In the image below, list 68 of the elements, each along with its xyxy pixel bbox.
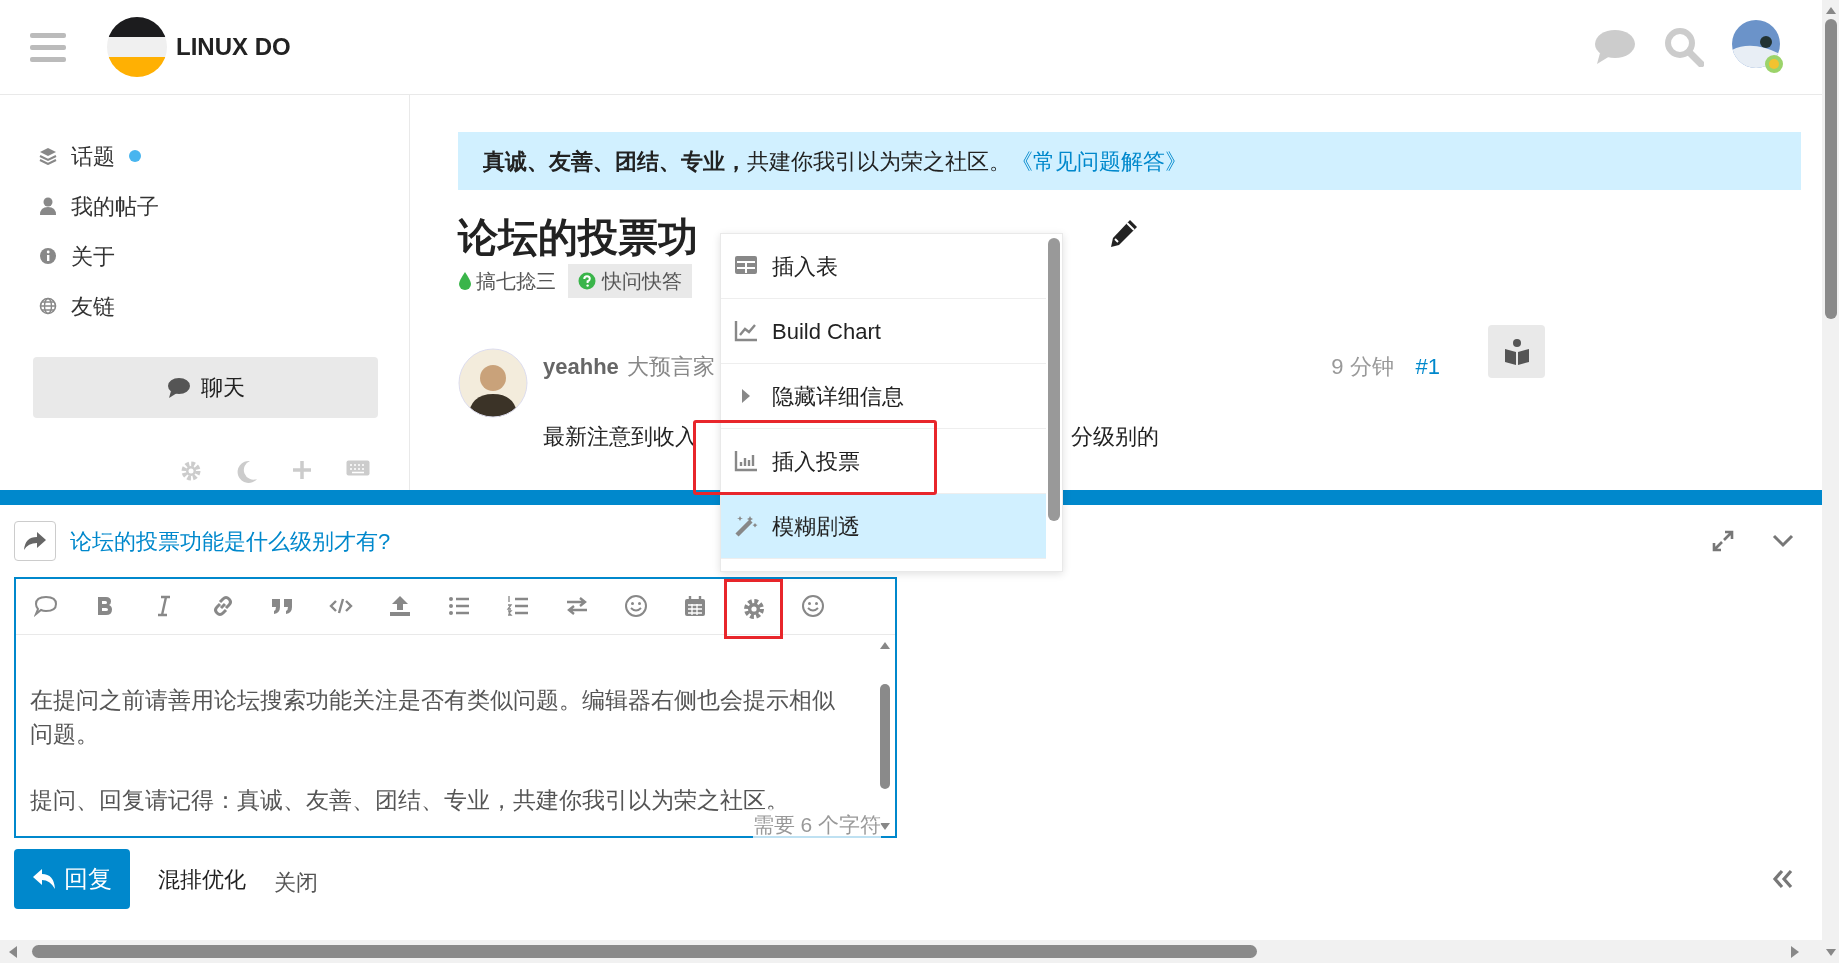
topics-icon bbox=[39, 147, 57, 165]
magic-wand-icon bbox=[734, 514, 758, 538]
menu-item[interactable]: Build Chart bbox=[721, 299, 1046, 364]
editor-paragraph: 在提问之前请善用论坛搜索功能关注是否有类似问题。编辑器右侧也会提示相似问题。 bbox=[30, 686, 836, 749]
edit-pencil-icon[interactable] bbox=[1108, 217, 1140, 249]
smiley-icon bbox=[623, 594, 648, 618]
numbered-list-icon bbox=[505, 594, 530, 618]
book-icon bbox=[1503, 337, 1530, 366]
menu-item[interactable]: 隐藏详细信息 bbox=[721, 364, 1046, 429]
chat-button[interactable]: 聊天 bbox=[33, 357, 378, 418]
chat-icon bbox=[166, 376, 191, 399]
expand-icon[interactable] bbox=[1712, 530, 1734, 552]
editor-scroll-thumb[interactable] bbox=[880, 683, 890, 789]
sidebar-item[interactable]: 我的帖子 bbox=[33, 181, 376, 231]
sidebar-item[interactable]: 关于 bbox=[33, 231, 376, 281]
chevron-down-icon[interactable] bbox=[1772, 534, 1794, 548]
calendar-icon bbox=[682, 594, 707, 618]
swap-arrows-icon bbox=[564, 594, 589, 618]
scroll-down-icon[interactable] bbox=[1824, 948, 1837, 957]
category-link[interactable]: 搞七捻三 bbox=[458, 266, 556, 296]
user-icon bbox=[39, 197, 57, 215]
user-title: 大预言家 bbox=[626, 352, 715, 381]
tag-link[interactable]: 快问快答 bbox=[568, 264, 692, 298]
read-aloud-button[interactable] bbox=[1488, 325, 1545, 378]
menu-scroll-thumb[interactable] bbox=[1048, 238, 1060, 521]
reply-action-button[interactable] bbox=[14, 521, 56, 561]
banner-text: 真诚、友善、团结、专业，共建你我引以为荣之社区。 bbox=[483, 147, 1011, 176]
close-link[interactable]: 关闭 bbox=[274, 865, 318, 899]
horizontal-scrollbar[interactable] bbox=[0, 940, 1822, 963]
format-button[interactable]: 混排优化 bbox=[158, 862, 246, 896]
vertical-scrollbar[interactable] bbox=[1822, 0, 1839, 963]
scroll-left-icon[interactable] bbox=[8, 944, 18, 959]
scroll-thumb[interactable] bbox=[32, 945, 1257, 958]
menu-item[interactable]: 插入表 bbox=[721, 234, 1046, 299]
post-text: 分级别的 bbox=[1071, 423, 1159, 451]
upload-icon bbox=[387, 594, 412, 618]
username-link[interactable]: yeahhe bbox=[543, 349, 619, 383]
site-name[interactable]: LINUX DO bbox=[176, 29, 291, 65]
menu-icon[interactable] bbox=[30, 32, 66, 62]
settings-icon bbox=[741, 597, 766, 621]
reply-icon bbox=[32, 868, 56, 890]
menu-item[interactable]: 模糊剧透 bbox=[721, 494, 1046, 559]
line-chart-icon bbox=[734, 319, 758, 343]
sidebar-item[interactable]: 友链 bbox=[33, 281, 376, 331]
user-avatar[interactable] bbox=[1732, 20, 1784, 74]
menu-item[interactable]: 插入投票 bbox=[721, 429, 1046, 494]
scroll-thumb[interactable] bbox=[1824, 19, 1837, 319]
site-logo-icon[interactable] bbox=[106, 16, 168, 78]
share-arrow-icon bbox=[23, 531, 47, 551]
reply-topic-link[interactable]: 论坛的投票功能是什么级别才有? bbox=[70, 524, 391, 558]
toolbar-button[interactable] bbox=[724, 579, 783, 639]
smiley-icon bbox=[800, 594, 825, 618]
sidebar-item[interactable]: 话题 bbox=[33, 131, 376, 181]
globe-icon bbox=[39, 297, 57, 315]
bar-chart-icon bbox=[734, 449, 758, 473]
collapse-icon[interactable] bbox=[1772, 869, 1794, 889]
bulleted-list-icon bbox=[446, 594, 471, 618]
drop-icon bbox=[458, 271, 472, 291]
scroll-up-icon[interactable] bbox=[879, 641, 891, 650]
scroll-right-icon[interactable] bbox=[1790, 944, 1800, 959]
post-number-link[interactable]: #1 bbox=[1415, 349, 1440, 383]
reply-button[interactable]: 回复 bbox=[14, 849, 130, 909]
speech-bubble-icon bbox=[33, 594, 58, 618]
scroll-down-icon[interactable] bbox=[879, 822, 891, 831]
scroll-up-icon[interactable] bbox=[1824, 6, 1837, 15]
info-icon bbox=[39, 247, 57, 265]
question-icon bbox=[578, 272, 596, 290]
topic-title: 论坛的投票功 bbox=[458, 214, 698, 261]
